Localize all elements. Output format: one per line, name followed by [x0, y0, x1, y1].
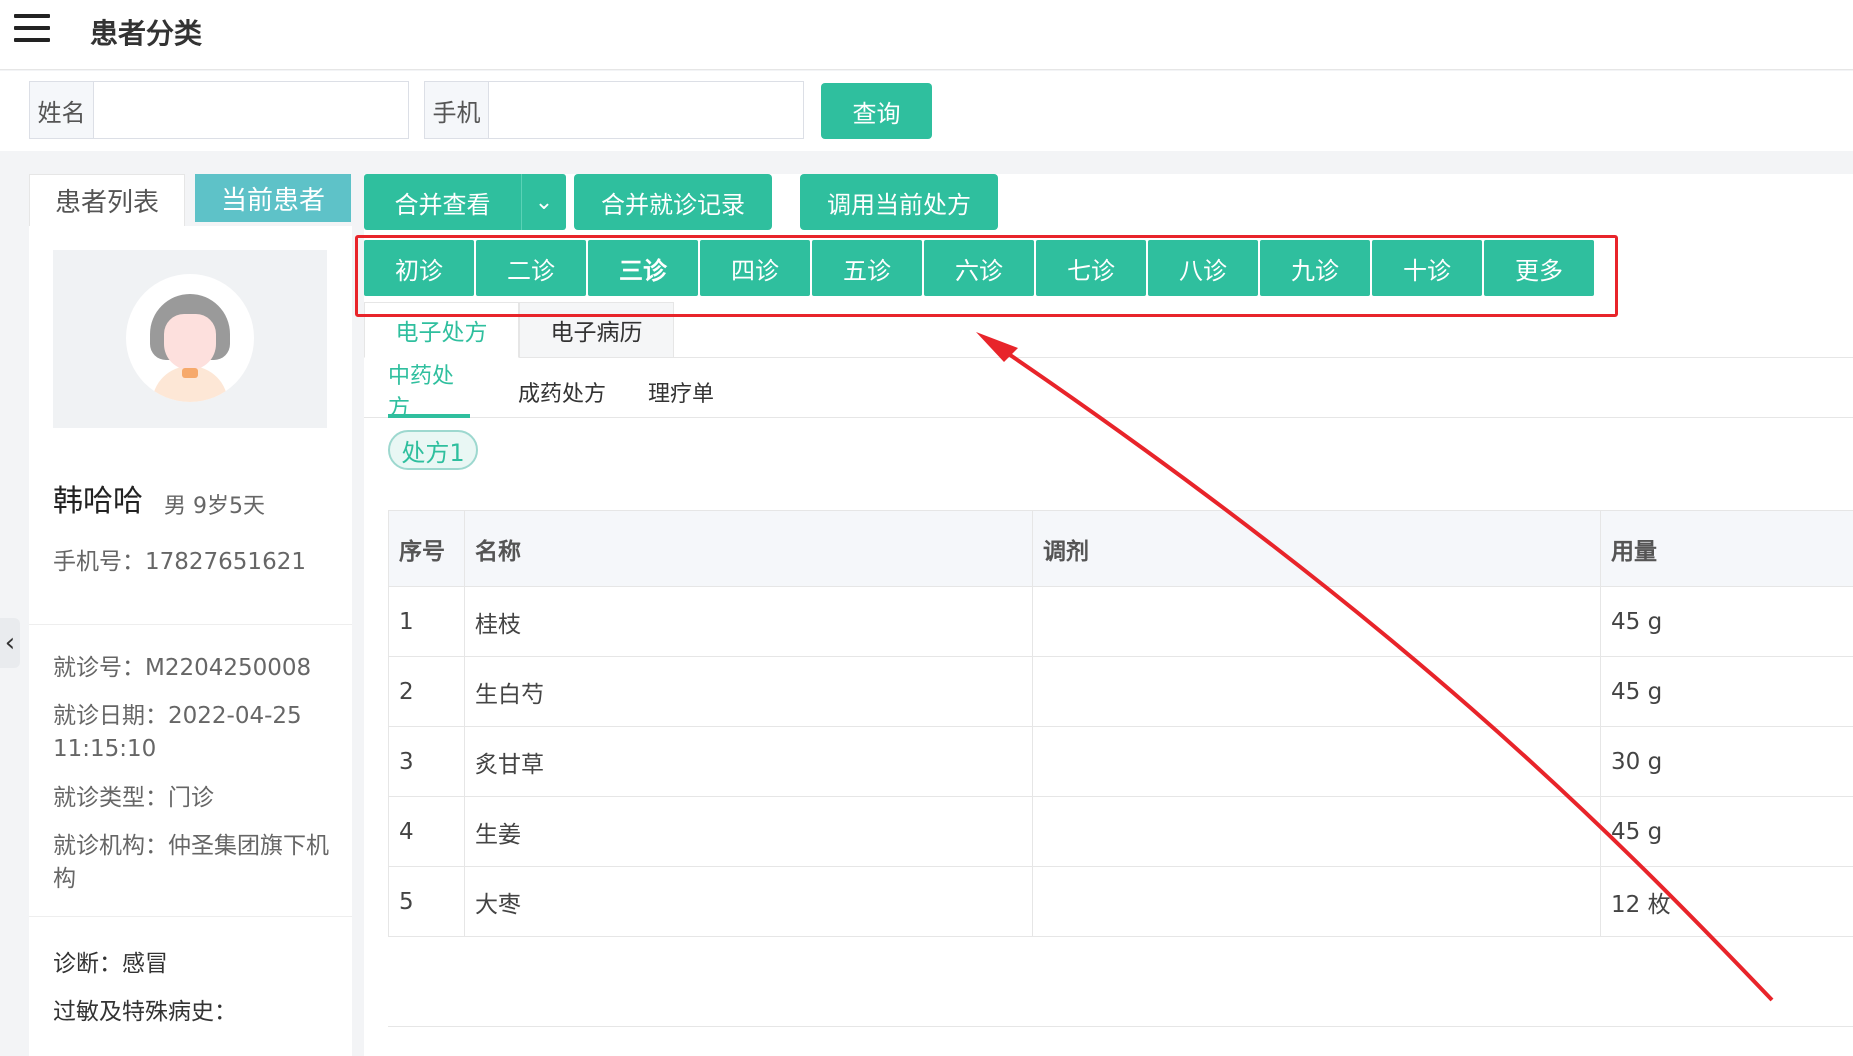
patient-phone: 手机号：17827651621: [53, 549, 306, 575]
cell-dosage: 45 g: [1600, 656, 1853, 727]
page-title: 患者分类: [90, 17, 203, 50]
cell-dosage: 45 g: [1600, 586, 1853, 657]
table-row: 3 炙甘草 30 g: [388, 726, 1853, 797]
phone-field: 手机: [424, 81, 804, 139]
visit-number: 就诊号：M2204250008: [53, 655, 312, 681]
phone-label: 手机: [425, 82, 489, 138]
prescription-chip[interactable]: 处方1: [388, 430, 478, 470]
visit-date: 就诊日期：2022-04-25 11:15:10: [53, 703, 302, 762]
table-row: 5 大枣 12 枚: [388, 866, 1853, 937]
left-tabs: 患者列表 当前患者: [29, 174, 351, 226]
tab-therapy-order[interactable]: 理疗单: [648, 366, 714, 418]
phone-input[interactable]: [489, 82, 803, 138]
cell-preparation: [1032, 586, 1601, 657]
visit-button-3[interactable]: 三诊: [588, 240, 698, 296]
header-preparation: 调剂: [1032, 510, 1601, 587]
top-bar: 患者分类: [0, 0, 1853, 70]
visit-button-7[interactable]: 七诊: [1036, 240, 1146, 296]
visit-type: 就诊类型：门诊: [53, 785, 214, 811]
cell-name: 大枣: [464, 866, 1033, 937]
cell-index: 5: [388, 866, 465, 937]
table-row: 2 生白芍 45 g: [388, 656, 1853, 727]
merge-view-button[interactable]: 合并查看: [364, 174, 522, 230]
visit-button-row: 初诊 二诊 三诊 四诊 五诊 六诊 七诊 八诊 九诊 十诊 更多: [364, 240, 1594, 296]
visit-button-10[interactable]: 十诊: [1372, 240, 1482, 296]
visit-button-11[interactable]: 更多: [1484, 240, 1594, 296]
table-row: 1 桂枝 45 g: [388, 586, 1853, 657]
visit-button-2[interactable]: 二诊: [476, 240, 586, 296]
cell-name: 炙甘草: [464, 726, 1033, 797]
tab-current-patient[interactable]: 当前患者: [195, 174, 351, 222]
table-row: 4 生姜 45 g: [388, 796, 1853, 867]
cell-preparation: [1032, 726, 1601, 797]
visit-button-8[interactable]: 八诊: [1148, 240, 1258, 296]
visit-button-4[interactable]: 四诊: [700, 240, 810, 296]
patient-gender-age: 男 9岁5天: [164, 494, 265, 519]
cell-name: 生白芍: [464, 656, 1033, 727]
visit-button-1[interactable]: 初诊: [364, 240, 474, 296]
avatar: [53, 250, 327, 428]
visit-button-5[interactable]: 五诊: [812, 240, 922, 296]
query-button[interactable]: 查询: [821, 83, 932, 139]
prescription-type-tabs: 中药处方 成药处方 理疗单: [364, 364, 1853, 421]
cell-index: 3: [388, 726, 465, 797]
cell-name: 生姜: [464, 796, 1033, 867]
cell-preparation: [1032, 796, 1601, 867]
name-input[interactable]: [94, 82, 408, 138]
name-field: 姓名: [29, 81, 409, 139]
name-label: 姓名: [30, 82, 94, 138]
patient-info-panel: 韩哈哈 男 9岁5天 手机号：17827651621 就诊号：M22042500…: [29, 226, 352, 1056]
visit-button-6[interactable]: 六诊: [924, 240, 1034, 296]
visit-button-9[interactable]: 九诊: [1260, 240, 1370, 296]
prescription-table: 序号 名称 调剂 用量 1 桂枝 45 g 2 生白芍 45 g 3 炙甘草 30 g 4 生姜 45…: [388, 510, 1853, 937]
main-panel: 合并查看 ⌄ 合并就诊记录 调用当前处方 初诊 二诊 三诊 四诊 五诊 六诊 七诊 八诊 九诊十…: [364, 174, 1853, 1056]
header-dosage: 用量: [1600, 510, 1853, 587]
diagnosis: 诊断：感冒: [53, 951, 168, 977]
tab-tcm-prescription[interactable]: 中药处方: [388, 364, 470, 421]
divider: [29, 916, 352, 917]
header-name: 名称: [464, 510, 1033, 587]
header-index: 序号: [388, 510, 465, 587]
divider: [388, 1026, 1853, 1027]
avatar-girl-icon: [126, 274, 254, 402]
cell-index: 1: [388, 586, 465, 657]
document-tabs: 电子处方 电子病历: [364, 302, 1853, 358]
divider: [29, 624, 352, 625]
cell-name: 桂枝: [464, 586, 1033, 657]
allergy-history: 过敏及特殊病史：: [53, 999, 237, 1025]
hamburger-menu-icon[interactable]: [14, 14, 50, 46]
chevron-left-icon[interactable]: ‹: [0, 618, 20, 668]
table-header-row: 序号 名称 调剂 用量: [388, 510, 1853, 587]
merge-records-button[interactable]: 合并就诊记录: [574, 174, 772, 230]
tab-patient-list[interactable]: 患者列表: [29, 174, 185, 226]
cell-dosage: 12 枚: [1600, 866, 1853, 937]
cell-index: 4: [388, 796, 465, 867]
cell-preparation: [1032, 656, 1601, 727]
merge-view-split-button: 合并查看 ⌄: [364, 174, 566, 230]
tab-e-prescription[interactable]: 电子处方: [364, 302, 519, 358]
cell-dosage: 45 g: [1600, 796, 1853, 867]
use-current-rx-button[interactable]: 调用当前处方: [800, 174, 998, 230]
cell-preparation: [1032, 866, 1601, 937]
cell-dosage: 30 g: [1600, 726, 1853, 797]
visit-selector: 初诊 二诊 三诊 四诊 五诊 六诊 七诊 八诊 九诊 十诊 更多: [364, 240, 1853, 304]
chevron-down-icon[interactable]: ⌄: [522, 174, 566, 230]
search-bar: 姓名 手机 查询: [0, 71, 1853, 151]
visit-organization: 就诊机构：仲圣集团旗下机构: [53, 833, 329, 892]
tab-patent-prescription[interactable]: 成药处方: [518, 366, 606, 418]
tab-e-medical-record[interactable]: 电子病历: [519, 302, 674, 358]
cell-index: 2: [388, 656, 465, 727]
patient-name: 韩哈哈: [53, 484, 143, 519]
